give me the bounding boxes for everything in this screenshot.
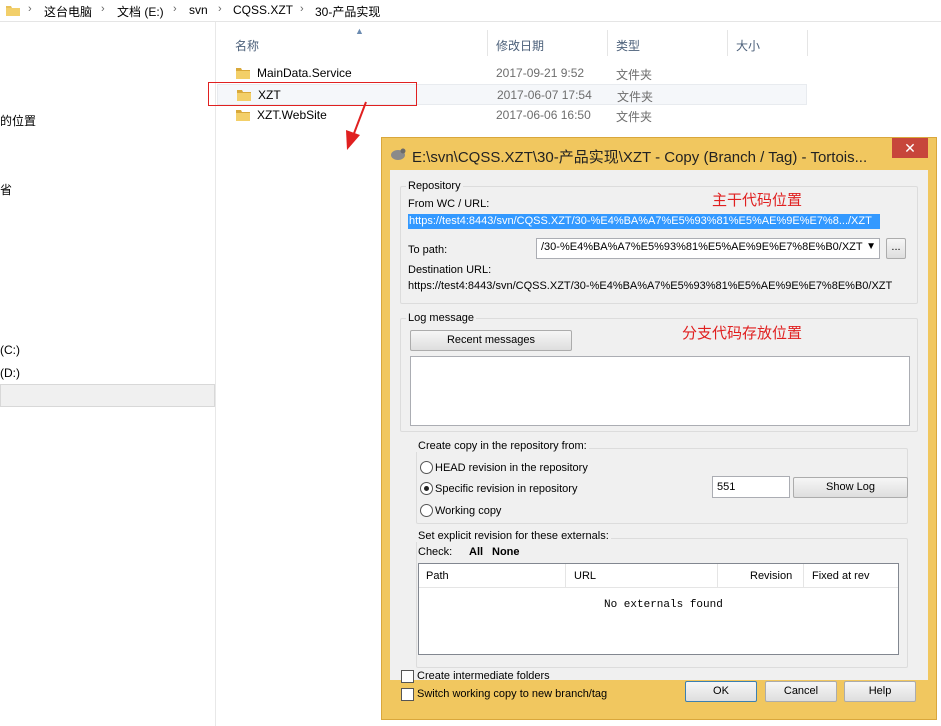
log-message-textarea[interactable]	[410, 356, 910, 426]
help-button[interactable]: Help	[844, 681, 916, 702]
dialog-body: Repository From WC / URL: https://test4:…	[390, 170, 928, 680]
externals-label: Set explicit revision for these external…	[416, 530, 611, 542]
column-header-url[interactable]: URL	[574, 570, 596, 582]
column-divider[interactable]	[717, 564, 718, 588]
dialog-title-bar[interactable]: E:\svn\CQSS.XZT\30-产品实现\XZT - Copy (Bran…	[382, 138, 936, 172]
from-url-value[interactable]: https://test4:8443/svn/CQSS.XZT/30-%E4%B…	[408, 214, 880, 229]
column-divider[interactable]	[803, 564, 804, 588]
column-header-revision[interactable]: Revision	[750, 570, 792, 582]
externals-empty-text: No externals found	[604, 599, 723, 611]
specific-revision-radio[interactable]	[420, 482, 433, 495]
to-path-label: To path:	[408, 244, 448, 256]
column-header-path[interactable]: Path	[426, 570, 449, 582]
working-copy-radio[interactable]	[420, 504, 433, 517]
check-all-link[interactable]: All	[469, 546, 483, 558]
to-path-value: /30-%E4%BA%A7%E5%93%81%E5%AE%9E%E7%8E%B0…	[541, 241, 863, 253]
branch-location-annotation: 分支代码存放位置	[682, 325, 803, 342]
tortoise-icon	[390, 147, 406, 161]
dialog-title: E:\svn\CQSS.XZT\30-产品实现\XZT - Copy (Bran…	[412, 149, 868, 166]
destination-url-value: https://test4:8443/svn/CQSS.XZT/30-%E4%B…	[408, 280, 893, 292]
to-path-combobox[interactable]: /30-%E4%BA%A7%E5%93%81%E5%AE%9E%E7%8E%B0…	[536, 238, 880, 259]
from-url-label: From WC / URL:	[408, 198, 490, 210]
chevron-down-icon[interactable]: ▼	[866, 241, 876, 252]
switch-wc-checkbox[interactable]	[401, 688, 414, 701]
check-label: Check:	[418, 546, 453, 558]
column-header-fixed-at-rev[interactable]: Fixed at rev	[812, 570, 869, 582]
head-revision-label[interactable]: HEAD revision in the repository	[435, 462, 588, 474]
log-message-label: Log message	[406, 312, 477, 324]
recent-messages-button[interactable]: Recent messages	[410, 330, 572, 351]
arrow-to-dialog	[352, 101, 367, 137]
externals-table-header: Path URL Revision Fixed at rev	[419, 564, 898, 588]
working-copy-label[interactable]: Working copy	[435, 505, 501, 517]
specific-revision-label[interactable]: Specific revision in repository	[435, 483, 577, 495]
create-intermediate-label[interactable]: Create intermediate folders	[417, 670, 550, 682]
dialog-footer: Create intermediate folders Switch worki…	[382, 670, 936, 721]
copy-from-label: Create copy in the repository from:	[416, 440, 589, 452]
destination-url-label: Destination URL:	[408, 264, 492, 276]
repository-group-label: Repository	[406, 180, 463, 192]
revision-input[interactable]: 551	[712, 476, 790, 498]
switch-wc-label[interactable]: Switch working copy to new branch/tag	[417, 688, 607, 700]
browse-button[interactable]: ...	[886, 238, 906, 259]
show-log-button[interactable]: Show Log	[793, 477, 908, 498]
check-none-link[interactable]: None	[492, 546, 520, 558]
externals-table[interactable]: Path URL Revision Fixed at rev No extern…	[418, 563, 899, 655]
ok-button[interactable]: OK	[685, 681, 757, 702]
close-button[interactable]: ✕	[892, 138, 928, 158]
arrowhead	[346, 130, 360, 150]
copy-branch-dialog: E:\svn\CQSS.XZT\30-产品实现\XZT - Copy (Bran…	[381, 137, 937, 720]
create-intermediate-checkbox[interactable]	[401, 670, 414, 683]
trunk-location-annotation: 主干代码位置	[712, 192, 803, 209]
head-revision-radio[interactable]	[420, 461, 433, 474]
cancel-button[interactable]: Cancel	[765, 681, 837, 702]
column-divider[interactable]	[565, 564, 566, 588]
